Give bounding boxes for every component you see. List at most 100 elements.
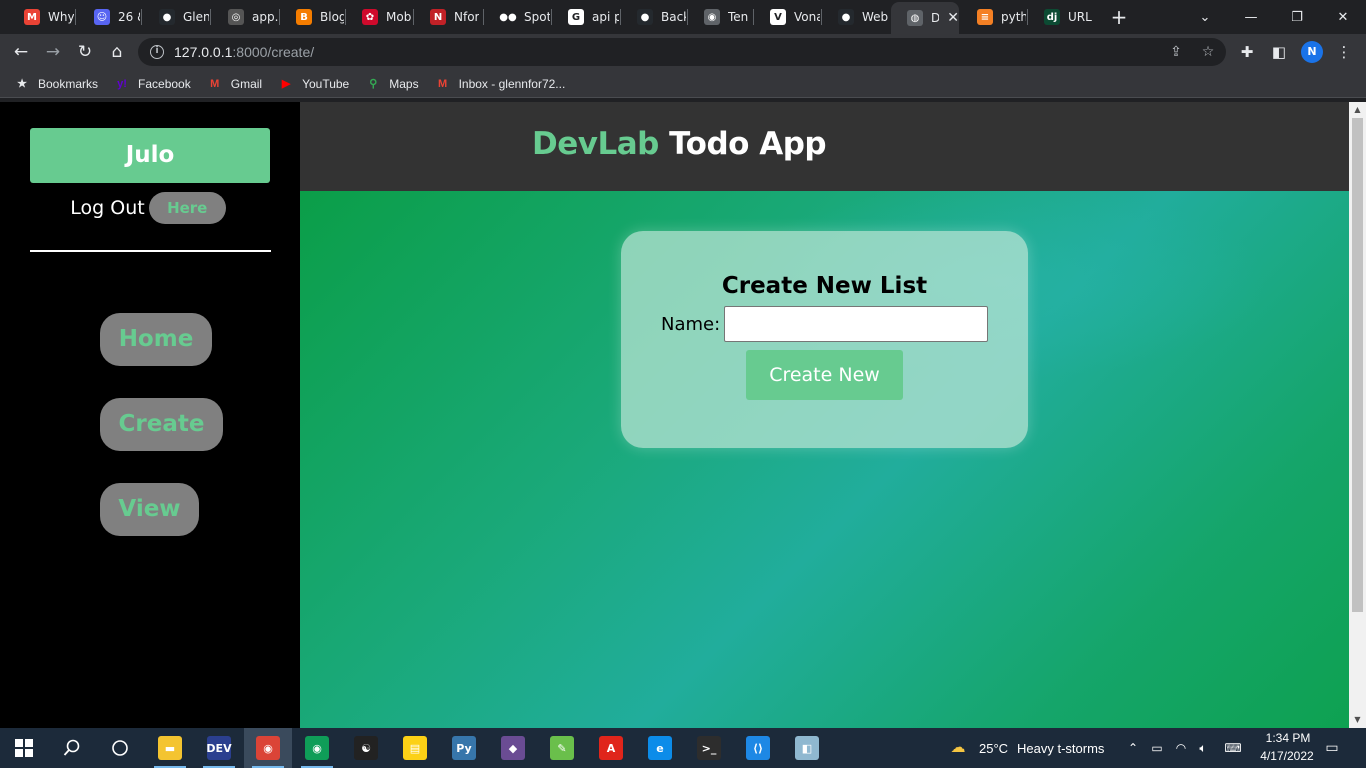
battery-icon[interactable]: ▭ <box>1149 740 1165 756</box>
logout-here-button[interactable]: Here <box>148 192 226 224</box>
chrome-icon: ◉ <box>305 736 329 760</box>
scroll-down-arrow-icon[interactable]: ▼ <box>1349 712 1366 728</box>
github-icon: ● <box>637 9 653 25</box>
taskbar-app[interactable]: ☯ <box>342 728 390 768</box>
taskbar-app[interactable]: >_ <box>685 728 733 768</box>
page-scrollbar[interactable]: ▲ ▼ <box>1349 102 1366 728</box>
browser-tab[interactable]: ≡ pytho <box>961 4 1026 30</box>
scrollbar-thumb[interactable] <box>1352 118 1363 612</box>
share-icon[interactable]: ⇪ <box>1167 43 1185 61</box>
browser-tab[interactable]: ◍ D ✕ <box>891 2 959 34</box>
restore-icon[interactable]: ❐ <box>1274 0 1320 34</box>
more-menu-icon[interactable]: ⋮ <box>1334 42 1354 62</box>
bookmark-item[interactable]: M Inbox - glennfor72... <box>435 76 565 92</box>
windows-start-icon[interactable] <box>0 728 48 768</box>
brand-name: DevLab <box>532 126 659 162</box>
incognito-icon: ◉ <box>704 9 720 25</box>
tab-title: 26 & <box>118 10 140 24</box>
browser-tab[interactable]: N Nfor <box>414 4 482 30</box>
vscode-icon: ⟨⟩ <box>746 736 770 760</box>
chevron-up-icon[interactable]: ⌃ <box>1125 740 1141 756</box>
weather-temp[interactable]: 25°C <box>979 741 1008 756</box>
tab-title: URL c <box>1068 10 1096 24</box>
app-title: DevLab Todo App <box>532 126 827 162</box>
taskbar-app[interactable]: ◆ <box>489 728 537 768</box>
site-info-icon[interactable]: i <box>150 45 164 59</box>
taskbar-app[interactable]: ◉ <box>293 728 341 768</box>
nav-create-button[interactable]: Create <box>100 398 223 451</box>
taskbar-app[interactable]: ▤ <box>391 728 439 768</box>
side-panel-icon[interactable]: ◧ <box>1269 42 1289 62</box>
create-new-button[interactable]: Create New <box>746 350 903 400</box>
close-window-icon[interactable]: ✕ <box>1320 0 1366 34</box>
new-tab-button[interactable]: + <box>1109 5 1129 29</box>
browser-tab[interactable]: M Why <box>8 4 74 30</box>
browser-tab[interactable]: ● Web <box>822 4 889 30</box>
browser-tab[interactable]: dj URL c <box>1028 4 1096 30</box>
minimize-icon[interactable]: — <box>1228 0 1274 34</box>
taskbar-app[interactable]: A <box>587 728 635 768</box>
browser-tab[interactable]: ✿ Mobi <box>346 4 412 30</box>
url-text[interactable]: 127.0.0.1:8000/create/ <box>174 44 314 60</box>
tab-strip: MWhy☺26 &●Glen◎app.b B Blogg✿MobiNNfor●●Sp… <box>0 0 1366 34</box>
sidebar-divider <box>30 250 271 252</box>
keyboard-icon[interactable]: ⌨ <box>1222 740 1244 756</box>
clock-date[interactable]: 4/17/2022 <box>1254 749 1320 763</box>
bookmark-item[interactable]: y! Facebook <box>114 76 191 92</box>
close-tab-icon[interactable]: ✕ <box>947 10 959 26</box>
clock-time[interactable]: 1:34 PM <box>1258 731 1318 745</box>
stackoverflow-icon: ≡ <box>977 9 993 25</box>
taskbar-app[interactable]: e <box>636 728 684 768</box>
browser-tab[interactable]: ☺ 26 & <box>78 4 140 30</box>
bookmark-item[interactable]: M Gmail <box>207 76 262 92</box>
browser-tab[interactable]: ●● Spoti <box>484 4 550 30</box>
notifications-icon[interactable]: ▭ <box>1324 740 1340 756</box>
django-icon: dj <box>1044 9 1060 25</box>
wifi-icon[interactable]: ◠ <box>1173 740 1189 756</box>
taskbar-app[interactable]: DEV <box>195 728 243 768</box>
name-input[interactable] <box>724 306 988 342</box>
forward-arrow-icon[interactable]: → <box>40 39 66 65</box>
bookmarks-bar: ★ Bookmarks y! Facebook M Gmail ▶ YouTube ⚲ Maps M… <box>0 70 1366 98</box>
browser-tab[interactable]: ◎ app.b <box>212 4 278 30</box>
taskbar-app[interactable]: ◧ <box>783 728 831 768</box>
logout-label: Log Out <box>70 197 145 219</box>
home-icon[interactable]: ⌂ <box>104 39 130 65</box>
bookmark-label: Bookmarks <box>38 76 99 91</box>
bookmark-label: YouTube <box>302 76 350 91</box>
browser-tab[interactable]: Gapi p <box>552 4 619 30</box>
taskbar-app[interactable]: ✎ <box>538 728 586 768</box>
back-arrow-icon[interactable]: ← <box>8 39 34 65</box>
extensions-icon[interactable]: ✚ <box>1237 42 1257 62</box>
nav-view-button[interactable]: View <box>100 483 199 536</box>
task-view-icon[interactable] <box>96 728 144 768</box>
nav-home-button[interactable]: Home <box>100 313 212 366</box>
globe-icon: ◍ <box>907 10 923 26</box>
weather-desc[interactable]: Heavy t-storms <box>1017 741 1104 756</box>
notepad-icon: ✎ <box>550 736 574 760</box>
browser-tab[interactable]: B Blogg <box>280 4 344 30</box>
profile-avatar[interactable]: N <box>1301 41 1323 63</box>
weather-icon[interactable]: ☁ <box>950 739 966 755</box>
bookmark-item[interactable]: ⚲ Maps <box>365 76 418 92</box>
bookmark-item[interactable]: ★ Bookmarks <box>14 76 98 92</box>
taskbar-app[interactable]: ⟨⟩ <box>734 728 782 768</box>
tab-title: Blogg <box>320 10 344 24</box>
browser-tab[interactable]: ● Glen <box>143 4 209 30</box>
browser-tab[interactable]: ◉ Ten In <box>688 4 752 30</box>
volume-icon[interactable]: 🔈︎ <box>1195 740 1211 756</box>
search-icon[interactable] <box>48 728 96 768</box>
taskbar-app[interactable]: ◉ <box>244 728 292 768</box>
bookmark-star-icon[interactable]: ☆ <box>1199 43 1217 61</box>
taskbar-app[interactable]: ▬ <box>146 728 194 768</box>
browser-tab[interactable]: V Vona <box>754 4 820 30</box>
tab-search-icon[interactable]: ⌄ <box>1182 0 1228 34</box>
browser-tab[interactable]: ● Back <box>621 4 686 30</box>
username-box: Julo <box>30 128 270 183</box>
bookmark-item[interactable]: ▶ YouTube <box>278 76 349 92</box>
scroll-up-arrow-icon[interactable]: ▲ <box>1349 102 1366 118</box>
blogger-icon: B <box>296 9 312 25</box>
taskbar-app[interactable]: Py <box>440 728 488 768</box>
address-bar[interactable]: i 127.0.0.1:8000/create/ ⇪ ☆ <box>138 38 1226 66</box>
reload-icon[interactable]: ↻ <box>72 39 98 65</box>
